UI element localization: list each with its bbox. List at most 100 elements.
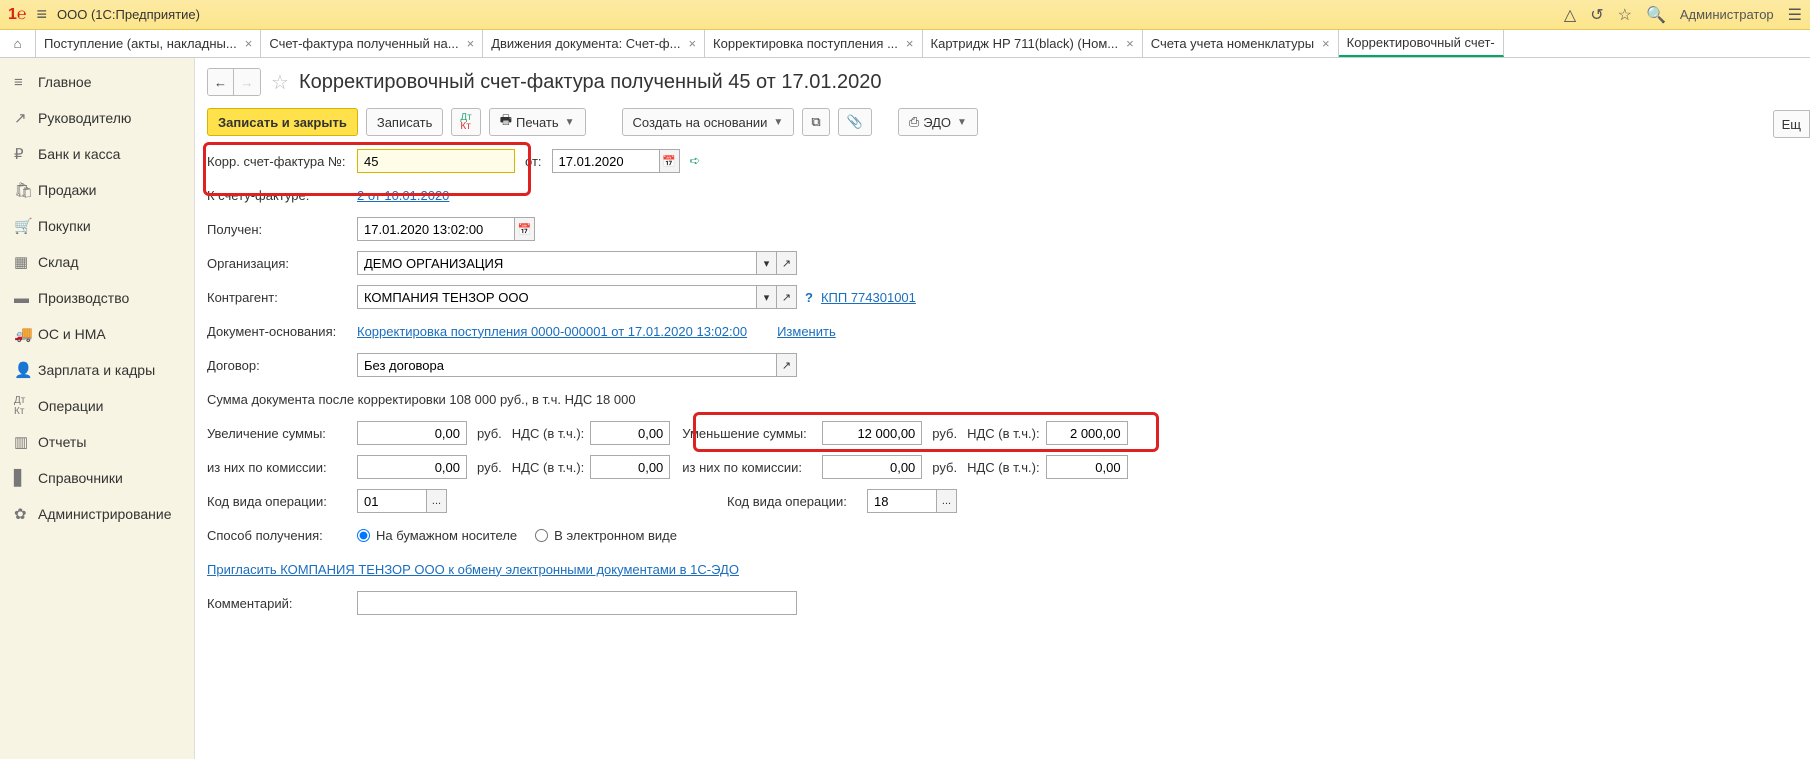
method-label: Способ получения:: [207, 528, 357, 543]
nav-salary[interactable]: 👤Зарплата и кадры: [0, 352, 194, 388]
invoice-label: К счету-фактуре:: [207, 188, 357, 203]
tab-6[interactable]: Корректировочный счет-: [1339, 30, 1504, 57]
open-icon[interactable]: ↗: [777, 251, 797, 275]
tab-2[interactable]: Движения документа: Счет-ф...×: [483, 30, 705, 57]
contract-label: Договор:: [207, 358, 357, 373]
nav-operations[interactable]: ДтКтОперации: [0, 388, 194, 424]
back-button[interactable]: ←: [208, 69, 234, 95]
ruble-icon: ₽: [14, 145, 38, 163]
save-close-button[interactable]: Записать и закрыть: [207, 108, 358, 136]
invite-link[interactable]: Пригласить КОМПАНИЯ ТЕНЗОР ООО к обмену …: [207, 562, 739, 577]
radio-electronic[interactable]: В электронном виде: [535, 528, 677, 543]
comm-inc-input[interactable]: [357, 455, 467, 479]
basis-label: Документ-основания:: [207, 324, 357, 339]
num-input[interactable]: [357, 149, 515, 173]
received-label: Получен:: [207, 222, 357, 237]
tab-1[interactable]: Счет-фактура полученный на...×: [261, 30, 483, 57]
nav-sales[interactable]: 🛍Продажи: [0, 172, 194, 208]
close-icon[interactable]: ×: [1126, 36, 1134, 51]
comm-dec-input[interactable]: [822, 455, 922, 479]
change-link[interactable]: Изменить: [777, 324, 836, 339]
search-icon[interactable]: 🔍: [1646, 5, 1666, 25]
invoice-link[interactable]: 2 от 10.01.2020: [357, 188, 449, 203]
lookup-icon[interactable]: ...: [427, 489, 447, 513]
star-icon[interactable]: ☆: [1618, 5, 1632, 25]
settings-icon[interactable]: ☰: [1788, 5, 1802, 25]
close-icon[interactable]: ×: [906, 36, 914, 51]
nav-admin[interactable]: ✿Администрирование: [0, 496, 194, 532]
close-icon[interactable]: ×: [688, 36, 696, 51]
basis-link[interactable]: Корректировка поступления 0000-000001 от…: [357, 324, 747, 339]
org-input[interactable]: [357, 251, 757, 275]
close-icon[interactable]: ×: [1322, 36, 1330, 51]
print-button[interactable]: 🖶 Печать▼: [489, 108, 586, 136]
comm-inc-label: из них по комиссии:: [207, 460, 357, 475]
apply-icon[interactable]: ➪: [690, 153, 701, 169]
received-input[interactable]: [357, 217, 515, 241]
more-button[interactable]: Ещ: [1773, 110, 1810, 138]
date-input[interactable]: [552, 149, 660, 173]
nav-bank[interactable]: ₽Банк и касса: [0, 136, 194, 172]
tab-5[interactable]: Счета учета номенклатуры×: [1143, 30, 1339, 57]
nds-label: НДС (в т.ч.):: [512, 426, 585, 441]
copy-button[interactable]: ⧉: [802, 108, 829, 136]
user-label[interactable]: Администратор: [1680, 7, 1774, 22]
contr-input[interactable]: [357, 285, 757, 309]
comm-dec-nds-input[interactable]: [1046, 455, 1128, 479]
kpp-link[interactable]: КПП 774301001: [821, 290, 916, 305]
edo-button[interactable]: ⎙ ЭДО▼: [898, 108, 978, 136]
bell-icon[interactable]: △: [1564, 5, 1576, 25]
help-icon[interactable]: ?: [805, 290, 813, 305]
history-icon[interactable]: ↺: [1590, 5, 1603, 25]
tabs-bar: ⌂ Поступление (акты, накладны...× Счет-ф…: [0, 30, 1810, 58]
opcode2-input[interactable]: [867, 489, 937, 513]
nav-assets[interactable]: 🚚ОС и НМА: [0, 316, 194, 352]
comment-input[interactable]: [357, 591, 797, 615]
list-icon: ≡: [14, 74, 38, 91]
tab-4[interactable]: Картридж HP 711(black) (Ном...×: [923, 30, 1143, 57]
content-area: ← → ☆ Корректировочный счет-фактура полу…: [195, 58, 1810, 759]
open-icon[interactable]: ↗: [777, 353, 797, 377]
comm-inc-nds-input[interactable]: [590, 455, 670, 479]
create-based-button[interactable]: Создать на основании▼: [622, 108, 795, 136]
attach-button[interactable]: 📎: [838, 108, 872, 136]
dtkt-button[interactable]: ДтКт: [451, 108, 480, 136]
close-icon[interactable]: ×: [245, 36, 253, 51]
inc-label: Увеличение суммы:: [207, 426, 357, 441]
dec-nds-input[interactable]: [1046, 421, 1128, 445]
calendar-icon[interactable]: 📅: [660, 149, 680, 173]
nav-purchases[interactable]: 🛒Покупки: [0, 208, 194, 244]
chart-icon: ↗: [14, 109, 38, 127]
nav-warehouse[interactable]: ▦Склад: [0, 244, 194, 280]
nav-refs[interactable]: ▋Справочники: [0, 460, 194, 496]
org-label: Организация:: [207, 256, 357, 271]
tab-0[interactable]: Поступление (акты, накладны...×: [36, 30, 261, 57]
date-label: от:: [525, 154, 542, 169]
contract-input[interactable]: [357, 353, 777, 377]
save-button[interactable]: Записать: [366, 108, 444, 136]
book-icon: ▋: [14, 469, 38, 487]
radio-paper[interactable]: На бумажном носителе: [357, 528, 517, 543]
nav-reports[interactable]: ▥Отчеты: [0, 424, 194, 460]
inc-nds-input[interactable]: [590, 421, 670, 445]
menu-icon[interactable]: ≡: [37, 4, 48, 25]
lookup-icon[interactable]: ...: [937, 489, 957, 513]
nav-production[interactable]: ▬Производство: [0, 280, 194, 316]
opcode1-input[interactable]: [357, 489, 427, 513]
forward-button[interactable]: →: [234, 69, 260, 95]
comm-dec-label: из них по комиссии:: [682, 460, 822, 475]
favorite-icon[interactable]: ☆: [271, 70, 289, 95]
dropdown-icon[interactable]: ▾: [757, 251, 777, 275]
close-icon[interactable]: ×: [467, 36, 475, 51]
inc-input[interactable]: [357, 421, 467, 445]
nav-main[interactable]: ≡Главное: [0, 64, 194, 100]
opcode2-label: Код вида операции:: [727, 494, 867, 509]
tab-3[interactable]: Корректировка поступления ...×: [705, 30, 922, 57]
logo-1c: 1℮: [8, 6, 27, 24]
dec-input[interactable]: [822, 421, 922, 445]
open-icon[interactable]: ↗: [777, 285, 797, 309]
nav-manager[interactable]: ↗Руководителю: [0, 100, 194, 136]
calendar-icon[interactable]: 📅: [515, 217, 535, 241]
dropdown-icon[interactable]: ▾: [757, 285, 777, 309]
home-button[interactable]: ⌂: [0, 30, 36, 57]
